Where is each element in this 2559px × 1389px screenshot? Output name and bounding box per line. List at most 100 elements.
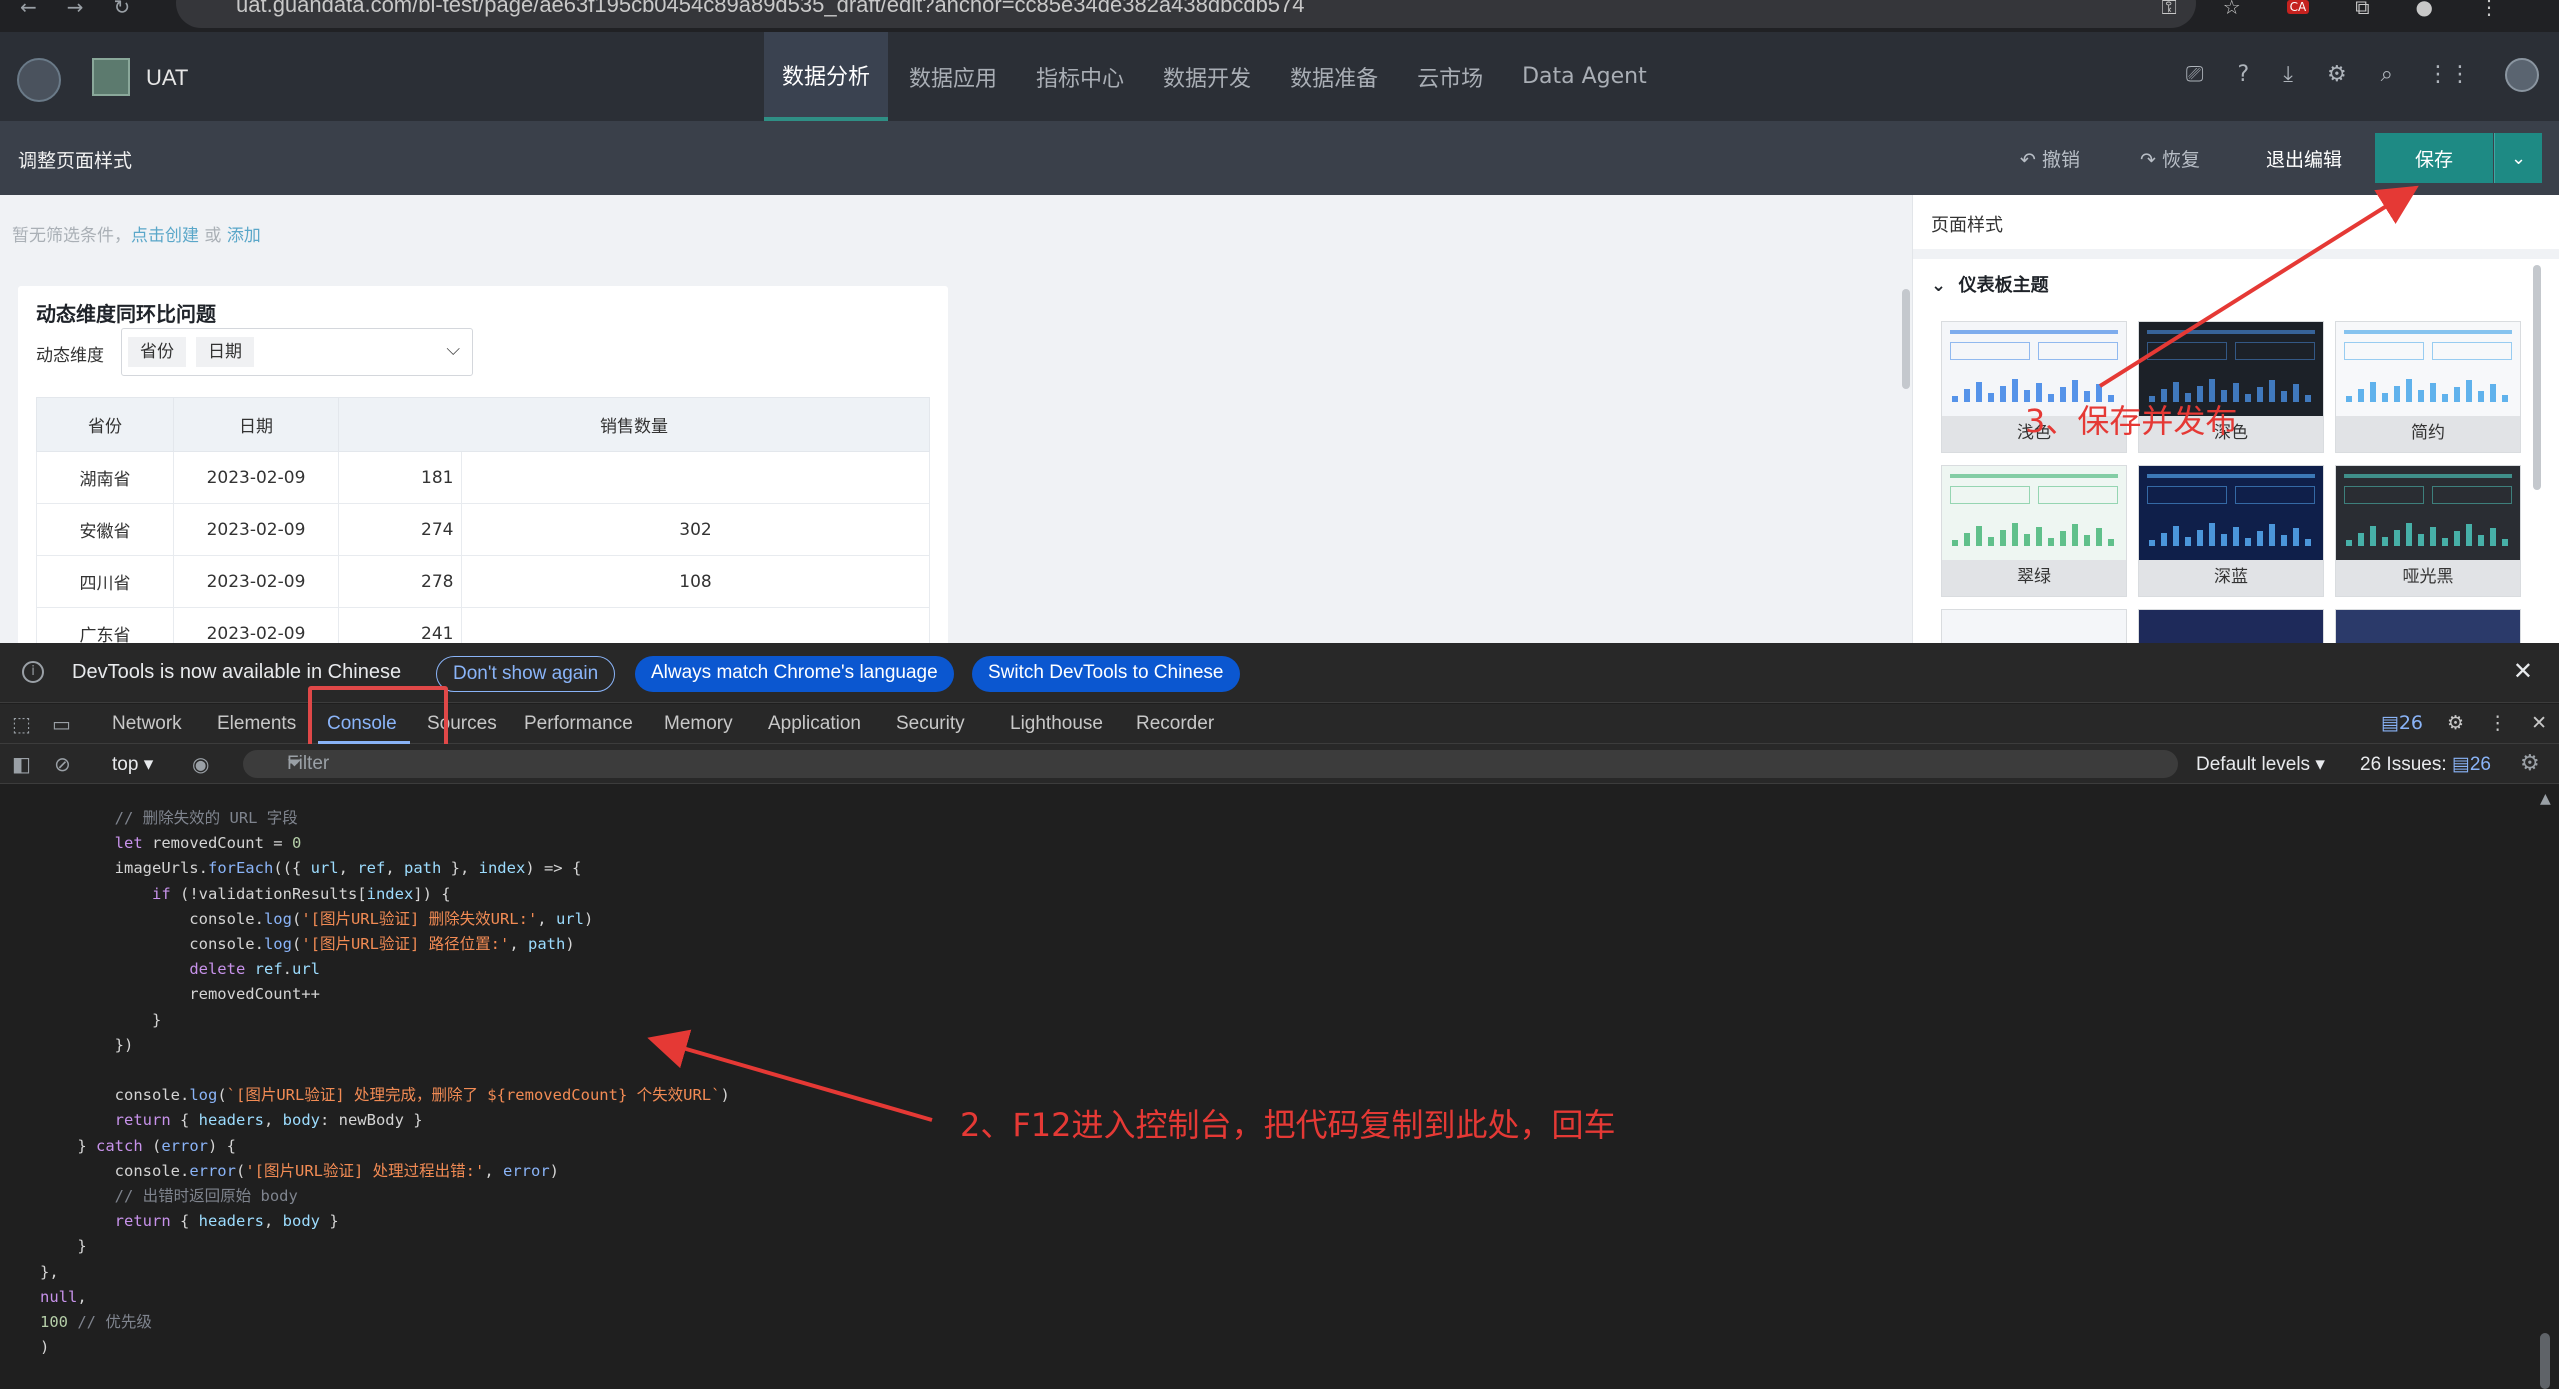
issues-number: 26: [2469, 754, 2491, 775]
data-table: 省份 日期 销售数量 湖南省 2023-02-09 181 安徽省 2023-0…: [36, 397, 930, 656]
add-filter-link[interactable]: 添加: [227, 226, 261, 246]
close-icon[interactable]: ✕: [2513, 657, 2533, 685]
tab-elements[interactable]: Elements: [217, 713, 296, 735]
message-icon: ▤: [2380, 712, 2399, 734]
scroll-up-icon[interactable]: ▲: [2540, 791, 2551, 807]
tab-security[interactable]: Security: [896, 713, 965, 735]
device-toolbar-icon[interactable]: ▭: [52, 712, 71, 736]
panel-divider: [1913, 249, 2559, 259]
clear-console-icon[interactable]: ⊘: [54, 752, 71, 776]
column-header[interactable]: 销售数量: [338, 397, 930, 452]
table-row: 安徽省 2023-02-09 274 302: [36, 503, 930, 556]
nav-cloud-market[interactable]: 云市场: [1399, 32, 1501, 121]
dimension-tag-date[interactable]: 日期: [196, 337, 254, 367]
issues-count[interactable]: 26 Issues: ▤26: [2360, 753, 2491, 776]
filter-input[interactable]: ⏷ Filter: [243, 750, 2178, 778]
tab-lighthouse[interactable]: Lighthouse: [1010, 713, 1103, 735]
browser-nav: ← → ↻: [20, 0, 130, 20]
cell-date: 2023-02-09: [173, 555, 339, 608]
nav-data-dev[interactable]: 数据开发: [1145, 32, 1269, 121]
console-scrollbar[interactable]: [2540, 1333, 2550, 1389]
avatar[interactable]: [2505, 58, 2539, 92]
nav-data-prep[interactable]: 数据准备: [1272, 32, 1396, 121]
table-widget[interactable]: 动态维度同环比问题 动态维度 省份 日期 ⌵ 省份 日期 销售数量 湖南省 20…: [18, 286, 948, 656]
app-header: UAT 数据分析 数据应用 指标中心 数据开发 数据准备 云市场 Data Ag…: [0, 32, 2559, 121]
arrow-right-icon[interactable]: →: [67, 0, 84, 20]
context-selector[interactable]: top ▾: [112, 753, 153, 776]
reload-icon[interactable]: ↻: [114, 0, 131, 20]
search-icon[interactable]: ⌕: [2381, 62, 2393, 92]
tab-performance[interactable]: Performance: [524, 713, 633, 735]
message-icon: ▤: [2451, 754, 2470, 775]
theme-card-partial[interactable]: [1941, 609, 2127, 643]
create-filter-link[interactable]: 点击创建: [131, 226, 199, 246]
tab-memory[interactable]: Memory: [664, 713, 733, 735]
theme-section-header[interactable]: ⌄ 仪表板主题: [1931, 271, 2049, 297]
close-icon[interactable]: ✕: [2531, 712, 2547, 734]
tab-network[interactable]: Network: [112, 713, 182, 735]
menu-dots-icon[interactable]: ⋮: [2479, 0, 2499, 17]
panel-scrollbar[interactable]: [2533, 265, 2541, 490]
app-logo-icon[interactable]: [92, 58, 130, 96]
url-text[interactable]: uat.guandata.com/bi-test/page/ae63f195cb…: [236, 0, 1305, 18]
column-header[interactable]: 日期: [173, 397, 339, 452]
issues-badge[interactable]: ▤26: [2381, 712, 2423, 734]
monitor-icon[interactable]: ⎚: [2186, 62, 2204, 92]
grid-icon[interactable]: ⋮⋮: [2427, 62, 2471, 92]
puzzle-icon[interactable]: ⧉: [2355, 0, 2369, 17]
nav-metrics-center[interactable]: 指标中心: [1018, 32, 1142, 121]
theme-card-partial[interactable]: [2335, 609, 2521, 643]
dimension-select[interactable]: 省份 日期 ⌵: [121, 328, 473, 376]
dimension-tag-province[interactable]: 省份: [128, 337, 186, 367]
filter-hint-text: 暂无筛选条件，: [12, 226, 131, 246]
nav-data-analysis[interactable]: 数据分析: [764, 32, 889, 121]
gear-icon[interactable]: ⚙: [2327, 62, 2347, 92]
download-icon[interactable]: ⤓: [2283, 62, 2293, 92]
chevron-down-icon: ⌄: [2510, 147, 2527, 169]
tab-recorder[interactable]: Recorder: [1136, 713, 1214, 735]
nav-data-agent[interactable]: Data Agent: [1504, 32, 1665, 121]
match-language-button[interactable]: Always match Chrome's language: [635, 656, 954, 692]
gear-icon[interactable]: ⚙: [2447, 712, 2464, 734]
star-icon[interactable]: ☆: [2223, 0, 2241, 17]
arrow-left-icon[interactable]: ←: [20, 0, 37, 20]
key-icon[interactable]: ⚿: [2162, 0, 2177, 17]
menu-dots-icon[interactable]: ⋮: [2488, 712, 2507, 734]
chevron-down-icon[interactable]: ⌵: [446, 339, 460, 360]
log-levels-dropdown[interactable]: Default levels ▾: [2196, 753, 2325, 776]
save-button[interactable]: 保存: [2375, 133, 2493, 183]
console-panel[interactable]: // 删除失效的 URL 字段 let removedCount = 0 ima…: [0, 785, 2559, 1389]
annotation-step-3: 3、保存并发布: [2025, 402, 2238, 440]
cell-date: 2023-02-09: [173, 503, 339, 556]
theme-card-partial[interactable]: [2138, 609, 2324, 643]
gear-icon[interactable]: ⚙: [2520, 751, 2540, 776]
help-icon[interactable]: ?: [2238, 62, 2250, 92]
theme-card[interactable]: 深蓝: [2138, 465, 2324, 597]
infobar-text: DevTools is now available in Chinese: [72, 661, 402, 683]
sidebar-toggle-icon[interactable]: ◧: [12, 752, 31, 776]
undo-button[interactable]: ↶ 撤销: [2020, 145, 2080, 172]
theme-card[interactable]: 简约: [2335, 321, 2521, 453]
tab-application[interactable]: Application: [768, 713, 861, 735]
redo-button[interactable]: ↷ 恢复: [2140, 145, 2200, 172]
inspect-element-icon[interactable]: ⬚: [12, 712, 31, 736]
dont-show-again-button[interactable]: Don't show again: [436, 656, 616, 692]
header-actions: ⎚ ? ⤓ ⚙ ⌕ ⋮⋮: [2186, 58, 2539, 92]
nav-data-apps[interactable]: 数据应用: [891, 32, 1015, 121]
theme-card[interactable]: 哑光黑: [2335, 465, 2521, 597]
exit-edit-button[interactable]: 退出编辑: [2266, 145, 2342, 172]
column-header[interactable]: 省份: [36, 397, 174, 452]
switch-language-button[interactable]: Switch DevTools to Chinese: [972, 656, 1240, 692]
undo-icon: ↶: [2020, 149, 2042, 171]
save-dropdown-button[interactable]: ⌄: [2494, 133, 2542, 183]
eye-icon[interactable]: ◉: [192, 752, 209, 776]
extension-badge[interactable]: CA: [2286, 0, 2310, 14]
redo-icon: ↷: [2140, 149, 2162, 171]
theme-label: 哑光黑: [2402, 567, 2454, 587]
robot-logo-icon[interactable]: [17, 58, 61, 102]
dashboard-canvas: 暂无筛选条件，点击创建 或 添加 动态维度同环比问题 动态维度 省份 日期 ⌵ …: [0, 195, 1912, 656]
canvas-scrollbar[interactable]: [1902, 289, 1910, 389]
theme-card[interactable]: 翠绿: [1941, 465, 2127, 597]
theme-thumbnail: [2336, 466, 2520, 560]
profile-icon[interactable]: ●: [2416, 0, 2433, 17]
